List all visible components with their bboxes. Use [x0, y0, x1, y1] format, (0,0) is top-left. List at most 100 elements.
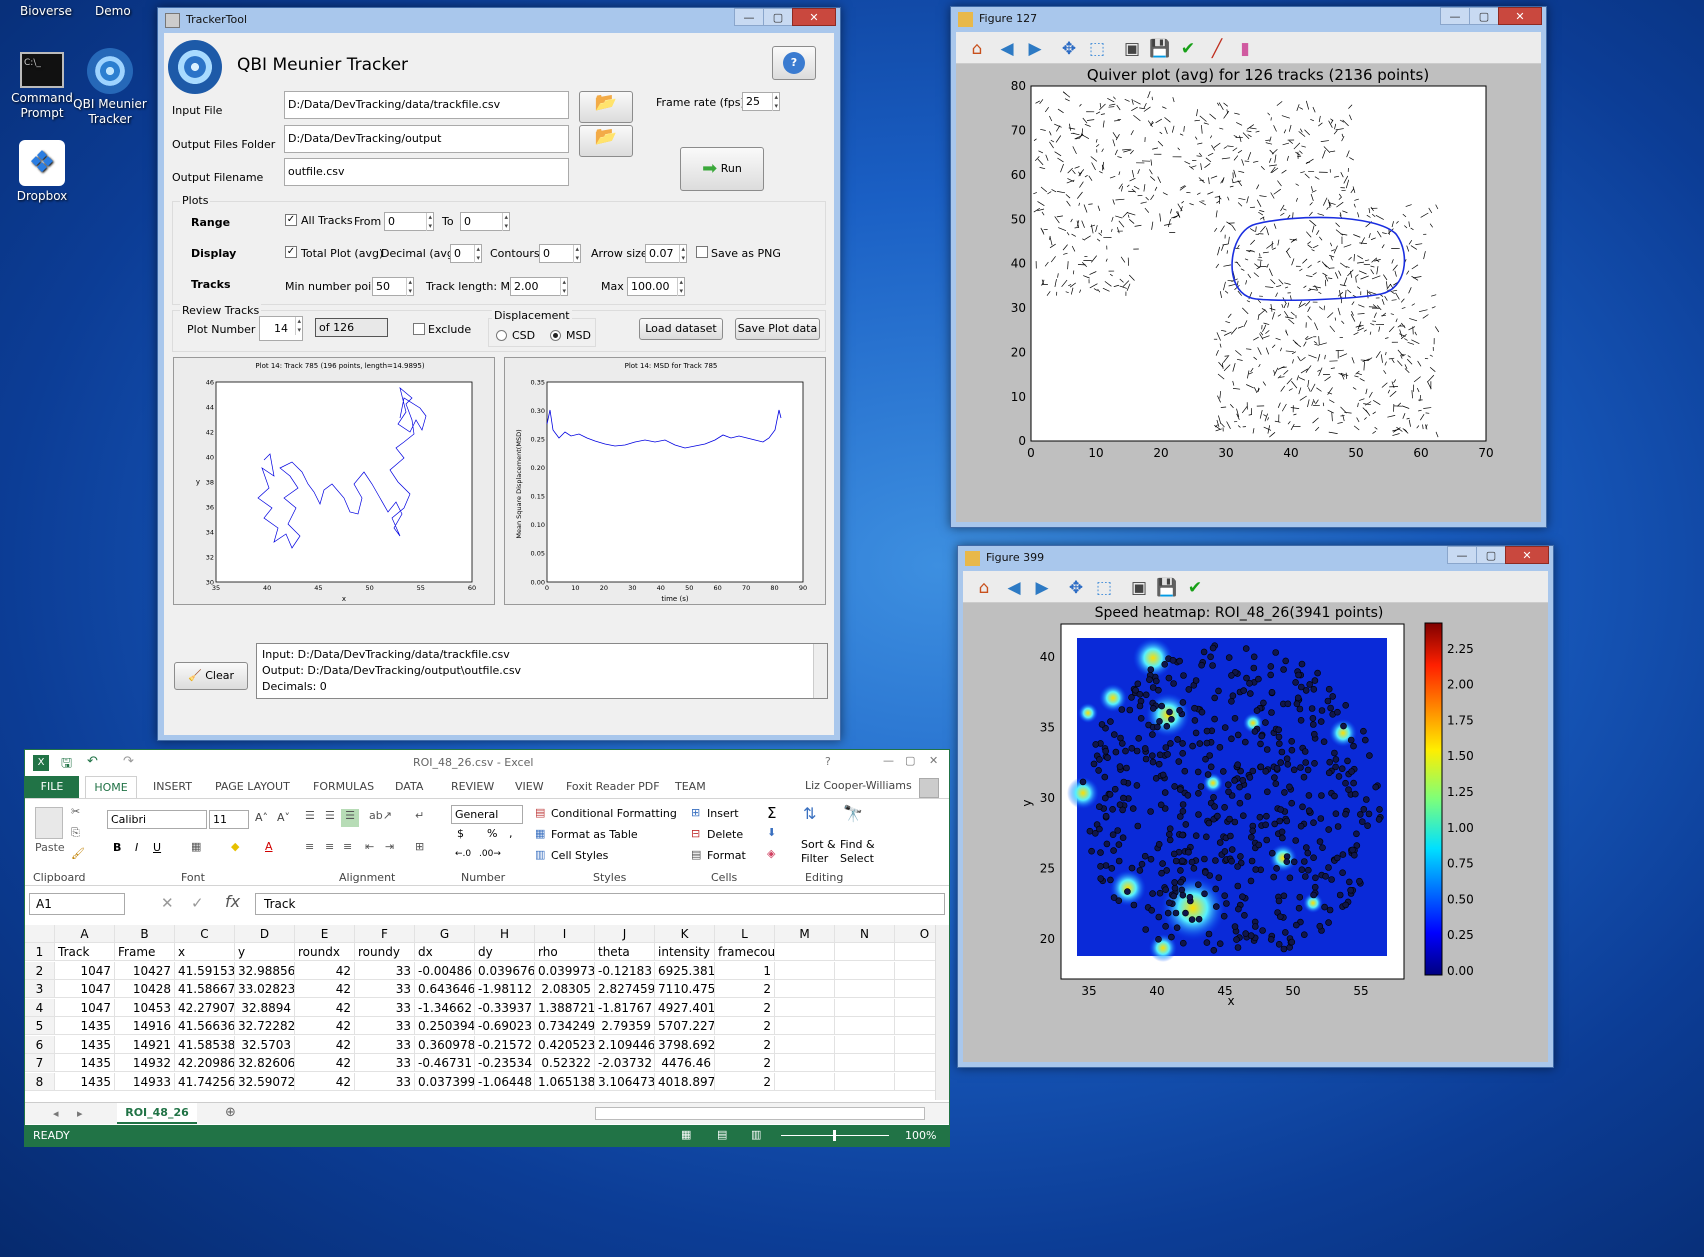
table-cell[interactable]: 1047	[55, 998, 115, 1017]
table-cell[interactable]: 41.58538	[175, 1035, 235, 1054]
table-cell[interactable]: 1435	[55, 1017, 115, 1035]
output-folder-field[interactable]: D:/Data/DevTracking/output	[284, 125, 569, 153]
table-cell[interactable]: 33	[355, 1017, 415, 1035]
table-cell[interactable]: 1047	[55, 980, 115, 998]
sheet-grid[interactable]: A B C D E F G H I J K L M N O 1 Track Frame x y roundx roundy…	[25, 925, 935, 1100]
table-cell[interactable]: 0.039676	[475, 961, 535, 980]
table-cell[interactable]: 41.74256	[175, 1072, 235, 1091]
table-cell[interactable]: 0.037399	[415, 1072, 475, 1091]
table-cell[interactable]: 2	[715, 1054, 775, 1072]
table-cell[interactable]: 42	[295, 980, 355, 998]
browse-output-button[interactable]: 📂	[579, 125, 633, 157]
from-spinner[interactable]: 0	[384, 212, 434, 231]
table-cell[interactable]: 0.420523	[535, 1035, 595, 1054]
save-icon[interactable]: 🖫	[61, 754, 72, 776]
table-cell[interactable]	[835, 1035, 895, 1054]
sort-filter-button[interactable]: Sort & Filter	[801, 838, 836, 866]
table-cell[interactable]: -2.03732	[595, 1054, 655, 1072]
name-box[interactable]: A1	[29, 893, 125, 915]
minimize-button[interactable]: —	[883, 754, 894, 767]
header-cell[interactable]: Track	[55, 943, 115, 961]
table-cell[interactable]: -1.06448	[475, 1072, 535, 1091]
table-cell[interactable]: -0.12183	[595, 961, 655, 980]
sheet-tab[interactable]: ROI_48_26	[117, 1103, 197, 1124]
percent-icon[interactable]: %	[487, 827, 497, 840]
configure-icon[interactable]: ▣	[1128, 577, 1150, 599]
save-icon[interactable]: 💾	[1156, 577, 1178, 599]
undo-icon[interactable]: ↶	[87, 754, 98, 769]
table-cell[interactable]: 4927.401	[655, 998, 715, 1017]
table-cell[interactable]: 32.8894	[235, 998, 295, 1017]
table-cell[interactable]: 14932	[115, 1054, 175, 1072]
header-cell[interactable]: x	[175, 943, 235, 961]
header-cell[interactable]: dy	[475, 943, 535, 961]
to-spinner[interactable]: 0	[460, 212, 510, 231]
column-header[interactable]: H	[475, 925, 535, 943]
tab-team[interactable]: TEAM	[675, 780, 706, 793]
table-cell[interactable]: 0.360978	[415, 1035, 475, 1054]
table-cell[interactable]: -0.21572	[475, 1035, 535, 1054]
line-icon[interactable]: ╱	[1206, 38, 1228, 60]
clear-icon[interactable]: ◈	[767, 847, 775, 860]
plot-number-spinner[interactable]: 14	[259, 316, 303, 341]
table-cell[interactable]: 42	[295, 1017, 355, 1035]
table-cell[interactable]: 42.27907	[175, 998, 235, 1017]
figure127-titlebar[interactable]: Figure 127 — ▢ ✕	[951, 7, 1546, 32]
clear-button[interactable]: 🧹 Clear	[174, 662, 248, 690]
header-cell[interactable]	[895, 943, 935, 961]
sheet-nav-prev-icon[interactable]: ◂	[53, 1107, 59, 1120]
table-cell[interactable]: 4476.46	[655, 1054, 715, 1072]
number-format-select[interactable]: General	[451, 805, 523, 824]
table-cell[interactable]: -0.69023	[475, 1017, 535, 1035]
column-header[interactable]: I	[535, 925, 595, 943]
table-cell[interactable]: 33	[355, 1035, 415, 1054]
row-header[interactable]: 5	[25, 1017, 55, 1035]
minimize-button[interactable]: —	[1440, 7, 1470, 25]
table-cell[interactable]: 32.82606	[235, 1054, 295, 1072]
delete-button[interactable]: Delete	[707, 828, 743, 841]
table-cell[interactable]: 1	[715, 961, 775, 980]
table-cell[interactable]: 2	[715, 1017, 775, 1035]
table-cell[interactable]: 2.827459	[595, 980, 655, 998]
save-plot-button[interactable]: Save Plot data	[735, 318, 820, 340]
table-cell[interactable]: 14921	[115, 1035, 175, 1054]
table-cell[interactable]	[895, 1017, 935, 1035]
header-cell[interactable]: framecount	[715, 943, 775, 961]
table-cell[interactable]: 10428	[115, 980, 175, 998]
font-name-select[interactable]: Calibri	[107, 810, 207, 829]
table-cell[interactable]	[775, 1054, 835, 1072]
align-center-icon[interactable]: ≡	[325, 840, 334, 853]
page-layout-icon[interactable]: ▤	[717, 1128, 727, 1141]
enter-icon[interactable]: ✓	[191, 894, 204, 912]
header-cell[interactable]	[835, 943, 895, 961]
table-cell[interactable]: 3.106473	[595, 1072, 655, 1091]
output-filename-field[interactable]: outfile.csv	[284, 158, 569, 186]
row-header[interactable]: 2	[25, 961, 55, 980]
table-cell[interactable]: 33.02823	[235, 980, 295, 998]
table-cell[interactable]: 42	[295, 1035, 355, 1054]
table-cell[interactable]: 33	[355, 998, 415, 1017]
help-icon[interactable]: ?	[825, 755, 831, 768]
table-cell[interactable]	[835, 998, 895, 1017]
horizontal-scrollbar[interactable]	[595, 1107, 925, 1120]
table-cell[interactable]: 41.56636	[175, 1017, 235, 1035]
table-cell[interactable]	[835, 980, 895, 998]
table-cell[interactable]	[775, 1017, 835, 1035]
excel-titlebar[interactable]: X 🖫 ↶ ↷ ROI_48_26.csv - Excel ? — ▢ ✕	[25, 750, 949, 776]
table-cell[interactable]: 5707.227	[655, 1017, 715, 1035]
forward-icon[interactable]: ▶	[1024, 38, 1046, 60]
insert-button[interactable]: Insert	[707, 807, 739, 820]
align-bottom-icon[interactable]: ☰	[341, 809, 359, 827]
row-header[interactable]: 7	[25, 1054, 55, 1072]
sheet-nav-next-icon[interactable]: ▸	[77, 1107, 83, 1120]
close-button[interactable]: ✕	[1498, 7, 1542, 25]
back-icon[interactable]: ◀	[996, 38, 1018, 60]
table-cell[interactable]: 14916	[115, 1017, 175, 1035]
table-cell[interactable]: 0.039973	[535, 961, 595, 980]
table-cell[interactable]: 42	[295, 1072, 355, 1091]
load-dataset-button[interactable]: Load dataset	[639, 318, 723, 340]
column-header[interactable]: K	[655, 925, 715, 943]
column-header[interactable]: B	[115, 925, 175, 943]
format-button[interactable]: Format	[707, 849, 746, 862]
header-cell[interactable]: Frame	[115, 943, 175, 961]
